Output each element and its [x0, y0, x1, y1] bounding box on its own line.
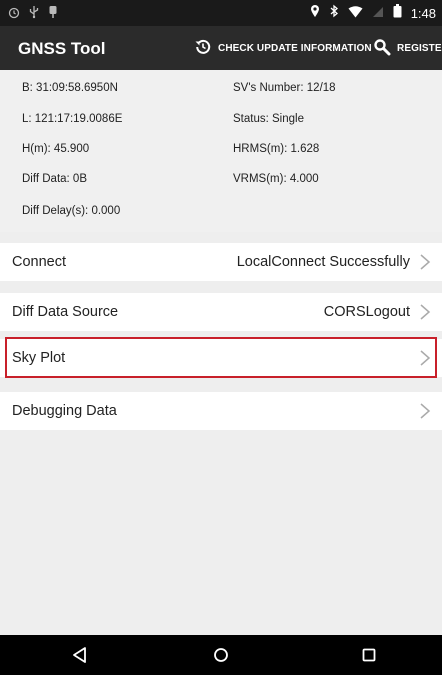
list-item-debugging-data[interactable]: Debugging Data	[0, 392, 442, 430]
recent-apps-icon[interactable]	[357, 645, 381, 665]
signal-icon	[372, 5, 384, 23]
status-bar: 1:48	[0, 0, 442, 26]
app-bar: GNSS Tool CHECK UPDATE INFORMATION REGIS…	[0, 26, 442, 70]
chevron-right-icon	[418, 253, 432, 271]
position-info-panel: B: 31:09:58.6950N L: 121:17:19.0086E H(m…	[0, 70, 442, 232]
navigation-bar	[0, 635, 442, 675]
bluetooth-icon	[329, 4, 339, 23]
sv-number-value: SV's Number: 12/18	[233, 82, 336, 94]
latitude-value: B: 31:09:58.6950N	[22, 82, 118, 94]
hrms-value: HRMS(m): 1.628	[233, 143, 320, 155]
wifi-icon	[348, 5, 363, 23]
list-item-value: CORSLogout	[323, 304, 410, 320]
notification-icon	[48, 5, 58, 24]
clock-time: 1:48	[410, 6, 436, 21]
battery-icon	[393, 4, 402, 23]
diff-data-value: Diff Data: 0B	[22, 173, 87, 185]
location-icon	[310, 4, 320, 23]
list-item-label: Diff Data Source	[12, 304, 119, 320]
search-icon	[373, 38, 391, 59]
register-button[interactable]: REGISTER	[373, 38, 442, 59]
status-value: Status: Single	[233, 113, 304, 125]
history-icon	[194, 38, 212, 59]
vrms-value: VRMS(m): 4.000	[233, 173, 319, 185]
diff-delay-value: Diff Delay(s): 0.000	[22, 205, 121, 217]
check-update-label: CHECK UPDATE INFORMATION	[218, 43, 372, 54]
chevron-right-icon	[418, 303, 432, 321]
list-item-diff-data-source[interactable]: Diff Data Source CORSLogout	[0, 293, 442, 331]
list-item-connect[interactable]: Connect LocalConnect Successfully	[0, 243, 442, 281]
app-title: GNSS Tool	[18, 39, 106, 58]
selection-highlight	[5, 337, 437, 378]
home-icon[interactable]	[209, 645, 233, 665]
back-icon[interactable]	[68, 645, 92, 665]
chevron-right-icon	[418, 402, 432, 420]
usb-icon	[28, 5, 40, 24]
register-label: REGISTER	[397, 43, 442, 54]
longitude-value: L: 121:17:19.0086E	[22, 113, 123, 125]
list-item-label: Debugging Data	[12, 403, 117, 419]
list-item-label: Connect	[12, 254, 67, 270]
height-value: H(m): 45.900	[22, 143, 90, 155]
list-item-value: LocalConnect Successfully	[236, 254, 410, 270]
clock-icon	[8, 6, 20, 24]
check-update-button[interactable]: CHECK UPDATE INFORMATION	[194, 38, 372, 59]
